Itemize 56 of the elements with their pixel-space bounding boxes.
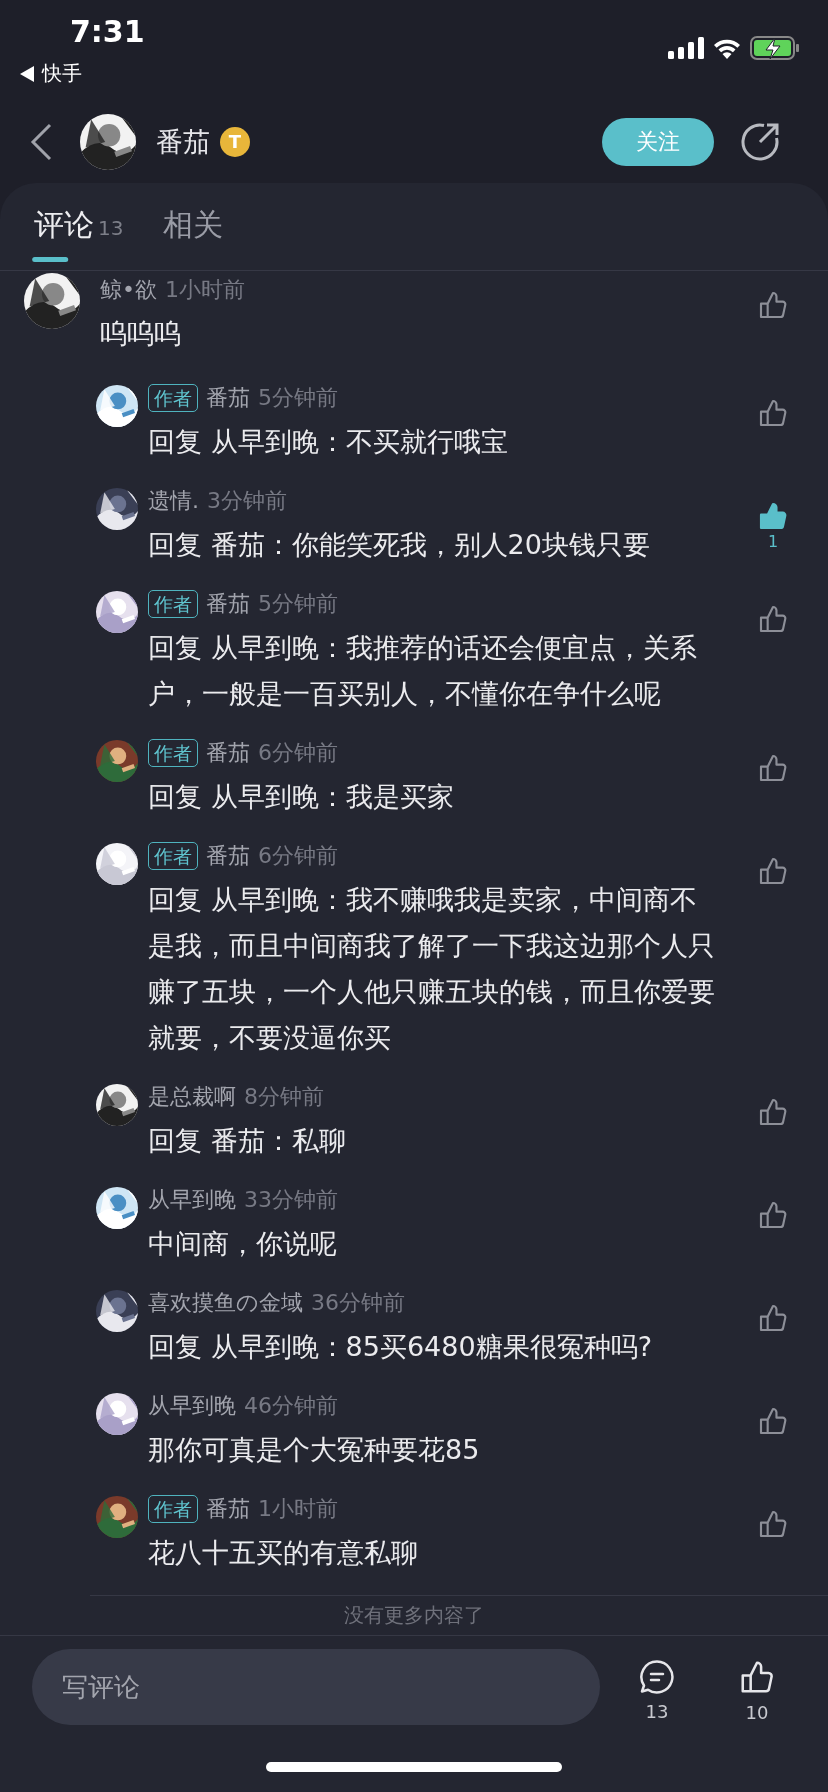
comment-time: 5分钟前	[258, 589, 338, 618]
comment-text: 那你可真是个大冤种要花85	[148, 1432, 481, 1467]
comment-time: 5分钟前	[258, 383, 338, 412]
comment-time: 6分钟前	[258, 841, 338, 870]
signal-icon	[668, 37, 704, 59]
share-icon[interactable]	[740, 121, 780, 162]
commenter-name[interactable]: 番茄	[206, 840, 250, 871]
comment-time: 8分钟前	[244, 1082, 324, 1111]
back-triangle-icon	[20, 65, 34, 82]
comment-time: 1小时前	[258, 1494, 338, 1523]
commenter-name[interactable]: 番茄	[206, 382, 250, 413]
comment-text: 回复 从早到晚：我是买家	[148, 779, 455, 814]
comment-text: 回复 从早到晚：85买6480糖果很冤种吗?	[148, 1329, 653, 1364]
author-tag: 作者	[148, 841, 198, 870]
battery-charging-icon	[750, 36, 800, 60]
author-tag: 作者	[148, 738, 198, 767]
comment-text: 呜呜呜	[100, 316, 182, 351]
back-app-link[interactable]: 快手	[42, 60, 82, 87]
comment-time: 1小时前	[165, 275, 245, 304]
author-tag: 作者	[148, 1494, 198, 1523]
end-note: 没有更多内容了	[344, 1602, 484, 1627]
comment-text: 回复 番茄：你能笑死我，别人20块钱只要	[148, 527, 651, 562]
comment-text: 回复 从早到晚：我不赚哦我是卖家，中间商不是我，而且中间商我了解了一下我这边那个人只赚了五块，一个人他只赚五块的钱，而且你爱要就要，不要没逼你买	[148, 882, 716, 1055]
wifi-icon	[712, 37, 742, 59]
author-tag: 作者	[148, 383, 198, 412]
commenter-name[interactable]: 鲸•欲	[100, 274, 157, 305]
back-icon[interactable]	[30, 122, 52, 161]
level-badge: T	[220, 126, 250, 157]
commenter-name[interactable]: 番茄	[206, 588, 250, 619]
comment-icon[interactable]	[639, 1659, 675, 1695]
commenter-name[interactable]: 从早到晚	[148, 1184, 236, 1215]
status-time: 7:31	[70, 14, 145, 49]
tab[interactable]: 评论 13	[34, 204, 124, 270]
comment-input-field[interactable]: 写评论	[32, 1648, 600, 1725]
author-tag: 作者	[148, 589, 198, 618]
commenter-name[interactable]: 是总裁啊	[148, 1081, 236, 1112]
comment-text: 中间商，你说呢	[148, 1226, 338, 1261]
comment-time: 46分钟前	[244, 1391, 338, 1420]
like-count: 1	[767, 531, 779, 551]
commenter-name[interactable]: 番茄	[206, 1493, 250, 1524]
comment-text: 回复 从早到晚：我推荐的话还会便宜点，关系户，一般是一百买别人，不懂你在争什么呢	[148, 630, 698, 711]
comment-text: 回复 从早到晚：不买就行哦宝	[148, 424, 509, 459]
comment-time: 33分钟前	[244, 1185, 338, 1214]
comment-time: 6分钟前	[258, 738, 338, 767]
comment-time: 3分钟前	[207, 486, 287, 515]
commenter-name[interactable]: 喜欢摸鱼の金域	[148, 1287, 303, 1318]
comment-time: 36分钟前	[311, 1288, 405, 1317]
author-name[interactable]: 番茄	[156, 123, 210, 160]
comment-text: 花八十五买的有意私聊	[148, 1535, 419, 1570]
tab[interactable]: 相关	[163, 204, 224, 270]
commenter-name[interactable]: 从早到晚	[148, 1390, 236, 1421]
commenter-name[interactable]: 番茄	[206, 737, 250, 768]
like-count: 10	[745, 1702, 769, 1723]
comment-text: 回复 番茄：私聊	[148, 1123, 347, 1158]
comment-count: 13	[645, 1701, 669, 1722]
commenter-name[interactable]: 遗情.	[148, 485, 199, 516]
